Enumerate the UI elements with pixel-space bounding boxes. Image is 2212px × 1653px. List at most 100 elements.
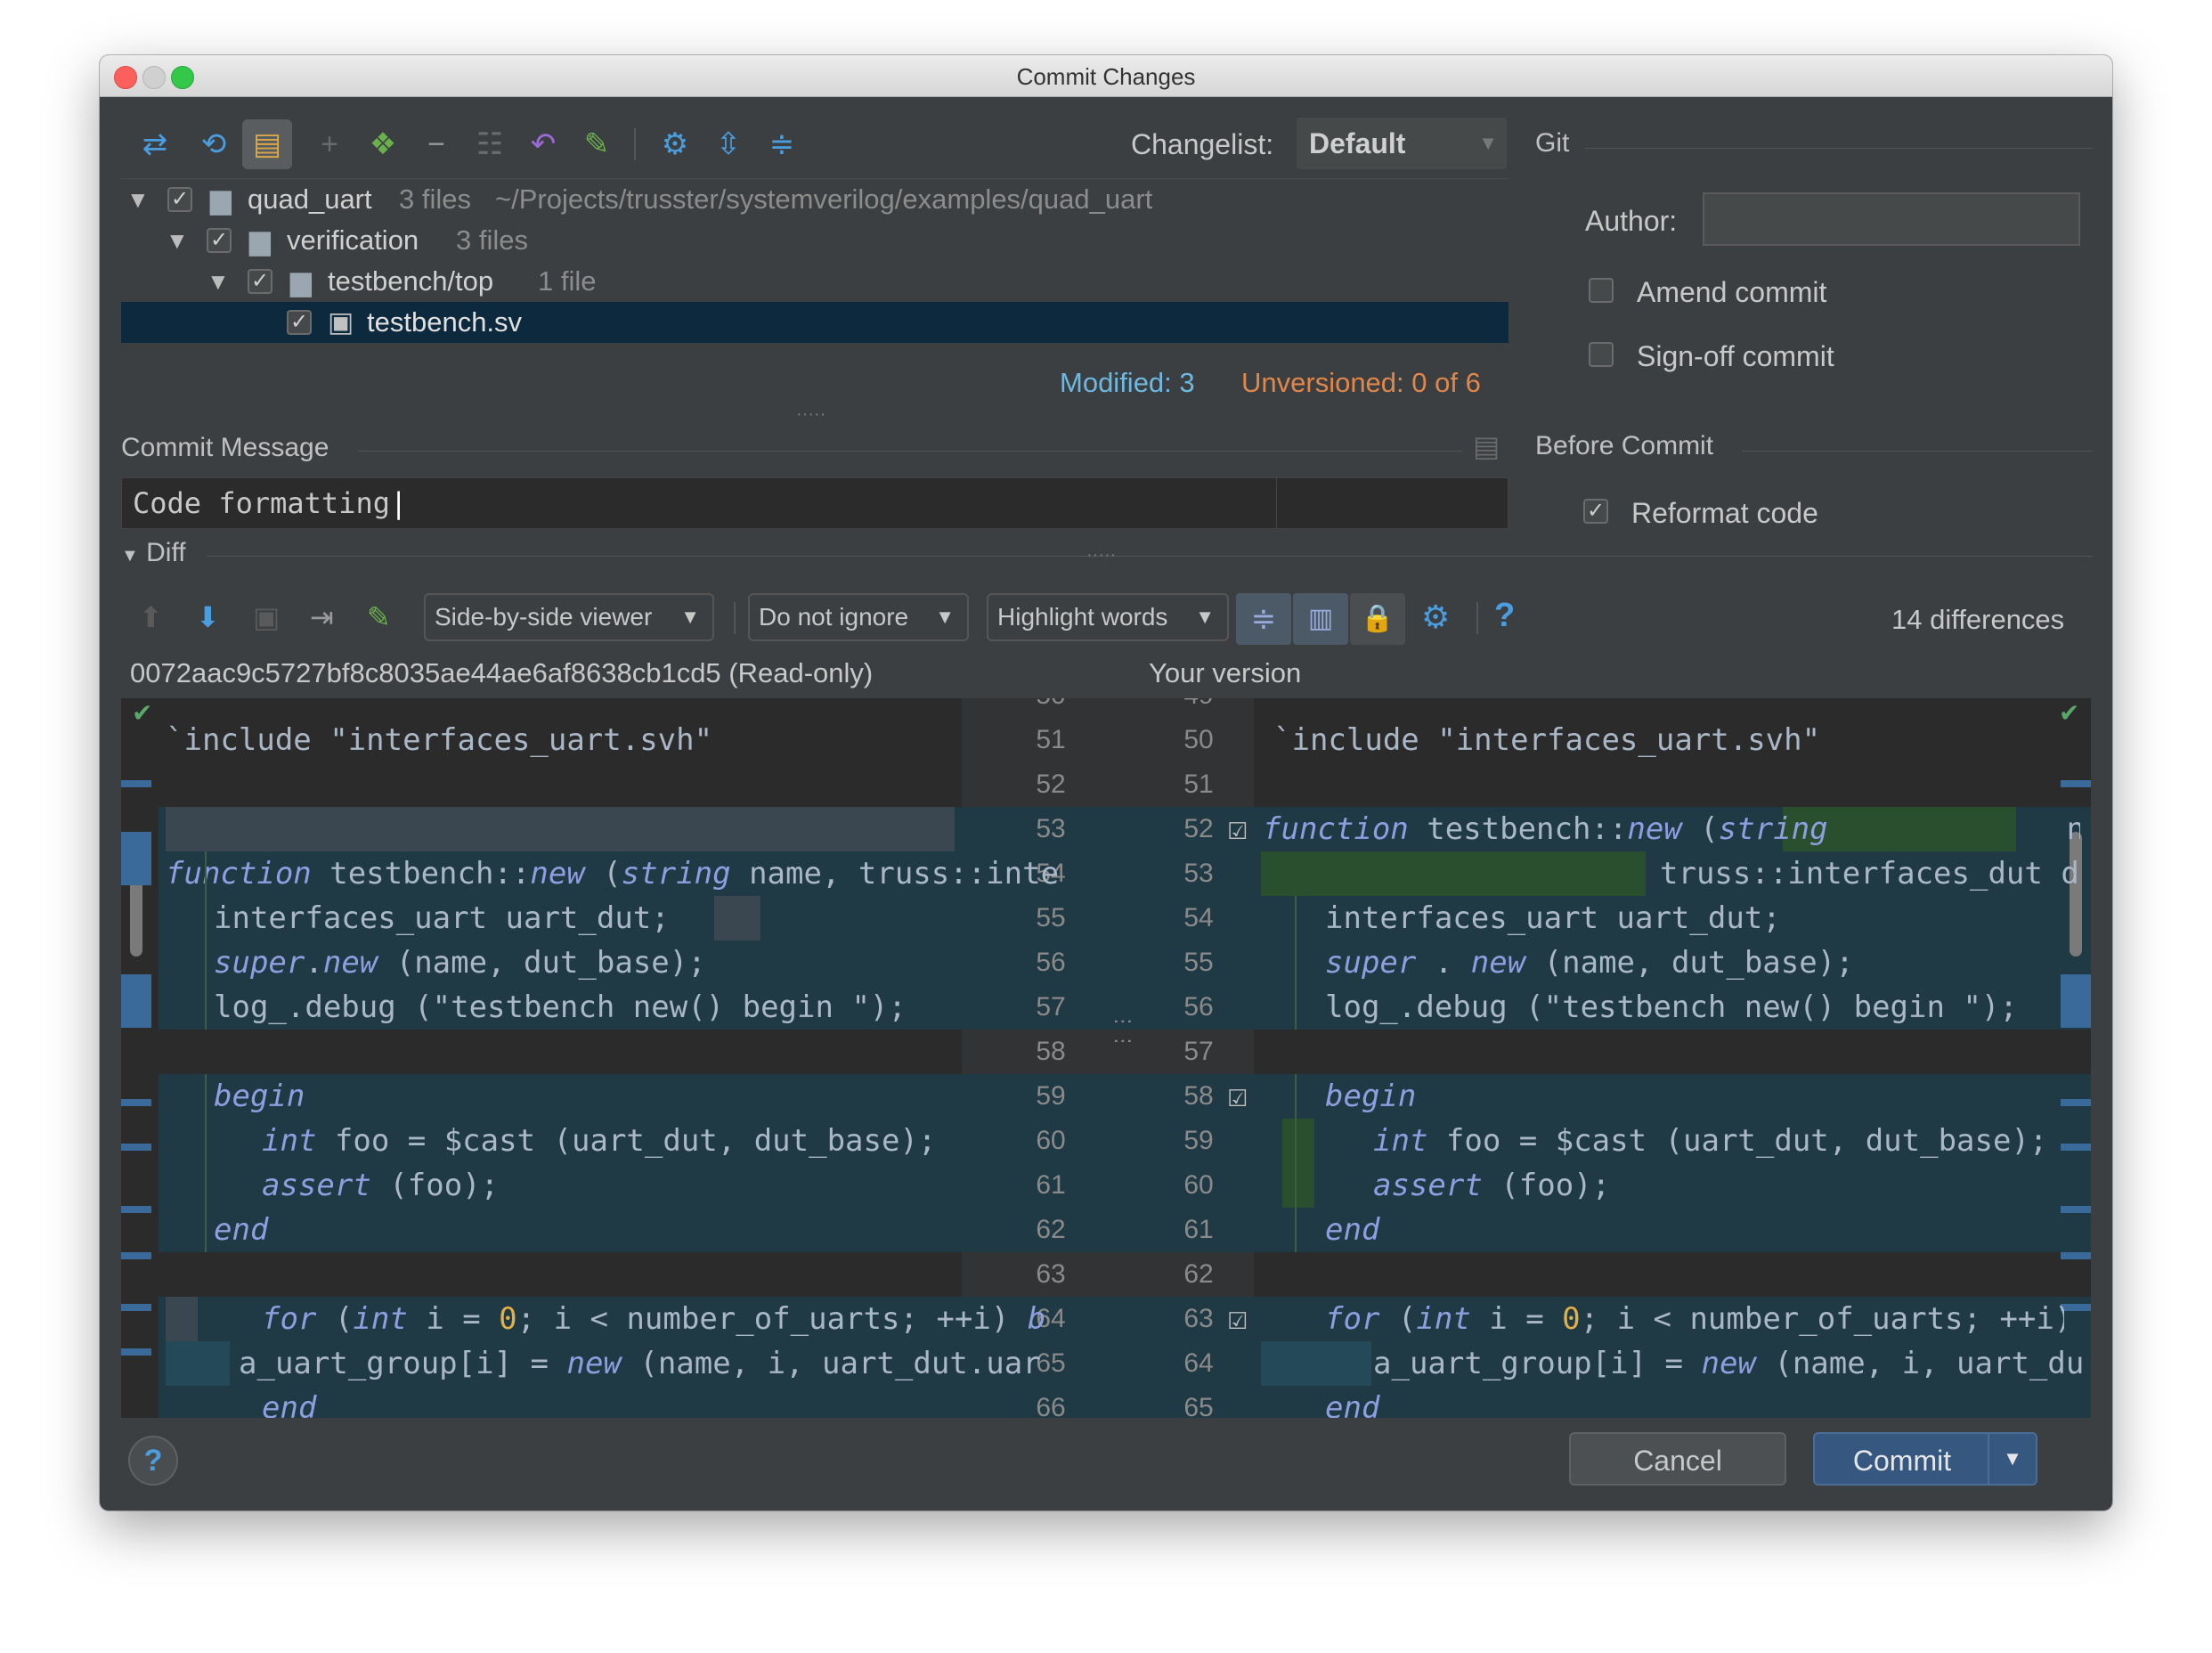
- author-field[interactable]: [1703, 192, 2080, 246]
- commit-message-input[interactable]: Code formatting|: [121, 477, 1509, 529]
- compare-next-file-icon[interactable]: ⇥: [310, 600, 334, 634]
- edit-icon[interactable]: ✎: [577, 125, 616, 164]
- line-number-left: 52: [1036, 770, 1066, 799]
- line-number-right: 60: [1183, 1170, 1214, 1200]
- include-change-checkbox[interactable]: ☑: [1227, 818, 1248, 845]
- expand-all-icon[interactable]: ⇳: [709, 125, 748, 164]
- diff-section-label: Diff: [146, 538, 186, 567]
- line-number-right: 56: [1183, 992, 1214, 1022]
- folder-icon: ▆: [249, 224, 271, 256]
- line-number-left: 66: [1036, 1393, 1066, 1418]
- differences-count: 14 differences: [1891, 604, 2065, 635]
- expand-triangle-icon[interactable]: ▼: [207, 261, 230, 302]
- tree-row-quad-uart[interactable]: ▼ ✓ ▆ quad_uart 3 files ~/Projects/truss…: [121, 179, 1509, 220]
- commit-message-divider: [358, 451, 1462, 452]
- commit-button[interactable]: Commit ▼: [1813, 1432, 2037, 1486]
- change-marker: [2061, 974, 2091, 1028]
- code-line: log_.debug ("testbench new() begin ");: [1325, 989, 2018, 1025]
- move-icon[interactable]: ❖: [363, 125, 403, 164]
- amend-commit-checkbox[interactable]: [1589, 278, 1614, 303]
- verification-checkbox[interactable]: ✓: [207, 228, 232, 253]
- changed-text-highlight: [714, 896, 760, 940]
- indent-guide: [205, 851, 207, 1030]
- code-line: truss::interfaces_dut dut: [1660, 856, 2082, 892]
- toolbar-separator: [1476, 602, 1478, 634]
- code-line: interfaces_uart uart_dut;: [1325, 900, 1781, 936]
- diff-help-icon[interactable]: ?: [1494, 597, 1515, 635]
- expand-triangle-icon[interactable]: ▼: [166, 220, 189, 261]
- splitter-handle[interactable]: ·····: [796, 404, 825, 425]
- commit-options-chevron-icon[interactable]: ▼: [1988, 1434, 2036, 1484]
- change-marker: [2061, 780, 2091, 787]
- collapse-unchanged-icon[interactable]: ≑: [1236, 593, 1291, 645]
- previous-difference-icon[interactable]: ⬆: [139, 600, 163, 634]
- line-number-left: 56: [1036, 948, 1066, 977]
- code-line: `include "interfaces_uart.svh": [166, 722, 713, 758]
- viewer-mode-value: Side-by-side viewer: [435, 603, 653, 631]
- tree-item-count: 3 files: [456, 224, 528, 256]
- message-history-icon[interactable]: ▤: [1473, 429, 1500, 463]
- diff-divider: [207, 556, 2093, 557]
- git-section-title: Git: [1535, 128, 1570, 158]
- help-button[interactable]: ?: [128, 1436, 178, 1486]
- tree-item-label: testbench/top: [328, 265, 494, 297]
- next-difference-icon[interactable]: ⬇: [196, 600, 220, 634]
- line-number-left: 57: [1036, 992, 1066, 1022]
- remove-icon[interactable]: −: [417, 125, 456, 164]
- edit-source-icon[interactable]: ✎: [367, 600, 391, 634]
- diff-section-toggle[interactable]: ▼ Diff: [121, 538, 186, 568]
- viewer-mode-select[interactable]: Side-by-side viewer ▼: [424, 593, 714, 641]
- before-commit-title: Before Commit: [1535, 431, 1714, 460]
- splitter-handle[interactable]: ·····: [1086, 545, 1116, 566]
- tree-row-testbench-sv[interactable]: ✓ ▣ testbench.sv: [121, 302, 1509, 343]
- add-icon[interactable]: +: [310, 125, 349, 164]
- ignore-whitespace-select[interactable]: Do not ignore ▼: [748, 593, 969, 641]
- indent-guide: [205, 1074, 207, 1252]
- testbench-sv-checkbox[interactable]: ✓: [287, 310, 312, 335]
- tree-row-verification[interactable]: ▼ ✓ ▆ verification 3 files: [121, 220, 1509, 261]
- highlight-mode-select[interactable]: Highlight words ▼: [987, 593, 1229, 641]
- line-number-right: 61: [1183, 1215, 1214, 1244]
- line-number-left: 59: [1036, 1081, 1066, 1111]
- tree-row-testbench-top[interactable]: ▼ ✓ ▆ testbench/top 1 file: [121, 261, 1509, 302]
- signoff-commit-label: Sign-off commit: [1637, 340, 1834, 372]
- synchronize-scroll-icon[interactable]: ▥: [1293, 593, 1348, 645]
- changed-indent-highlight: [1261, 1341, 1371, 1386]
- window-title: Commit Changes: [1016, 63, 1196, 90]
- reformat-code-checkbox[interactable]: ✓: [1583, 499, 1608, 524]
- signoff-commit-checkbox[interactable]: [1589, 342, 1614, 367]
- no-errors-icon: ✔: [2059, 699, 2080, 727]
- collapse-all-icon[interactable]: ≑: [762, 125, 801, 164]
- expand-triangle-icon[interactable]: ▼: [126, 179, 150, 220]
- changelist-select[interactable]: Default ▼: [1297, 118, 1507, 169]
- change-marker: [2061, 1304, 2091, 1311]
- cancel-button[interactable]: Cancel: [1569, 1432, 1786, 1486]
- line-number-right: 63: [1183, 1304, 1214, 1333]
- line-number-right: 50: [1183, 725, 1214, 754]
- code-line: interfaces_uart uart_dut;: [214, 900, 670, 936]
- line-number-right: 59: [1183, 1126, 1214, 1155]
- rollback-changes-icon[interactable]: ⟲: [194, 125, 233, 164]
- include-change-checkbox[interactable]: ☑: [1227, 1085, 1248, 1112]
- line-number-right: 52: [1183, 814, 1214, 843]
- amend-commit-label: Amend commit: [1637, 276, 1827, 308]
- line-number-left: 53: [1036, 814, 1066, 843]
- lock-icon[interactable]: 🔒: [1350, 593, 1405, 645]
- diff-settings-icon[interactable]: ⚙: [1421, 598, 1450, 636]
- group-icon[interactable]: ☷: [470, 125, 509, 164]
- ignore-whitespace-value: Do not ignore: [759, 603, 909, 631]
- unversioned-count: Unversioned: 0 of 6: [1241, 367, 1481, 398]
- undo-icon[interactable]: ↶: [524, 125, 563, 164]
- code-line: function testbench::new (stringnam: [1263, 811, 2080, 847]
- include-change-checkbox[interactable]: ☑: [1227, 1307, 1248, 1335]
- settings-icon[interactable]: ⚙: [655, 125, 695, 164]
- testbench-top-checkbox[interactable]: ✓: [248, 269, 272, 294]
- compare-previous-file-icon[interactable]: ▣: [253, 600, 280, 634]
- changed-indent-highlight: [166, 1341, 230, 1386]
- refresh-icon[interactable]: ⇄: [135, 125, 175, 164]
- chevron-down-icon: ▼: [680, 606, 700, 628]
- gutter-splitter-handle[interactable]: ⋮⋮: [1111, 1012, 1134, 1051]
- show-diff-icon[interactable]: ▤: [242, 119, 292, 169]
- diff-viewer: ✔ ✔ ⋮⋮ 50 49 51 52 53 54 55 56 57: [121, 698, 2091, 1418]
- quad-uart-checkbox[interactable]: ✓: [167, 187, 192, 212]
